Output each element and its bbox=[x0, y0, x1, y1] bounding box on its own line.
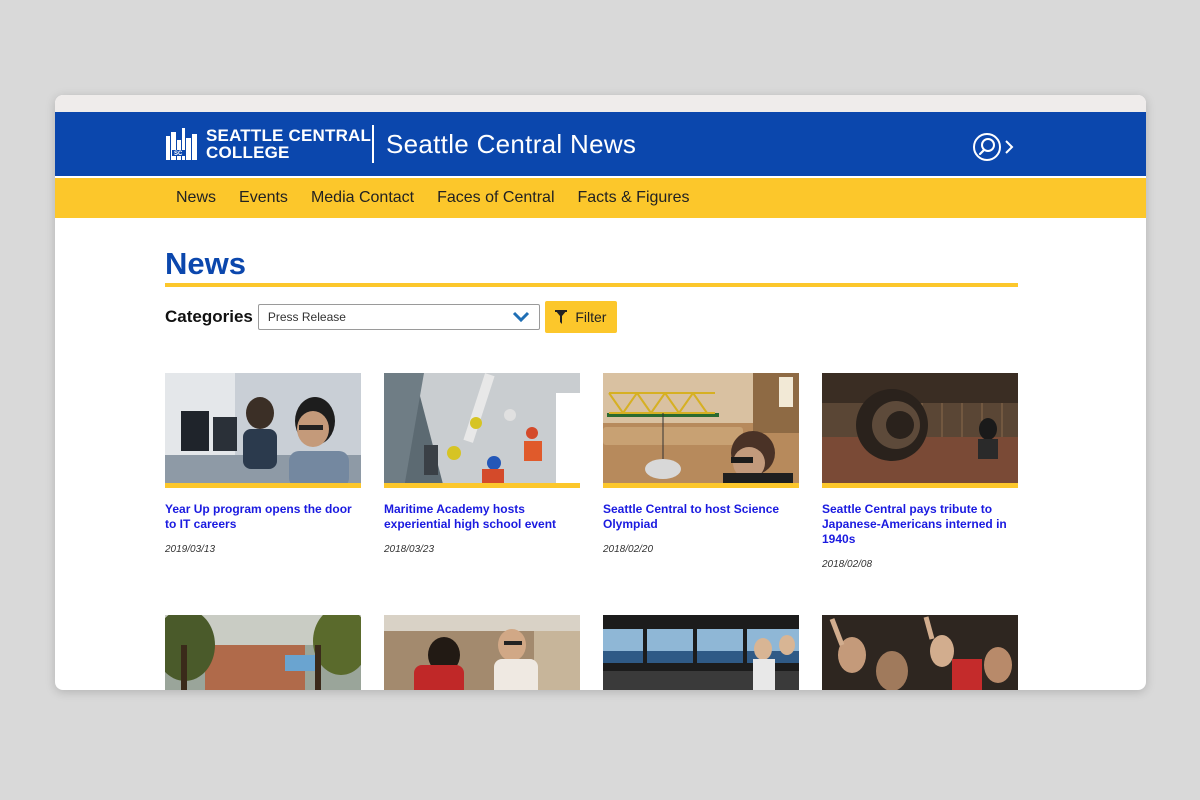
search-button[interactable] bbox=[970, 130, 1018, 164]
lab-students-image bbox=[384, 615, 580, 690]
category-select[interactable]: Press Release bbox=[257, 304, 540, 330]
news-card bbox=[384, 615, 580, 690]
bridge-simulator-image bbox=[603, 615, 799, 690]
news-card-image[interactable] bbox=[822, 373, 1018, 488]
news-card: Year Up program opens the door to IT car… bbox=[165, 373, 361, 555]
logo-line-2: College bbox=[206, 143, 290, 162]
news-card-image[interactable] bbox=[165, 373, 361, 488]
news-card bbox=[822, 615, 1018, 690]
page-title: News bbox=[165, 246, 246, 281]
nav-item-facts-figures[interactable]: Facts & Figures bbox=[578, 189, 690, 207]
news-card-title[interactable]: Seattle Central pays tribute to Japanese… bbox=[822, 502, 1018, 547]
news-card bbox=[165, 615, 361, 690]
news-card: Seattle Central pays tribute to Japanese… bbox=[822, 373, 1018, 570]
news-card: Maritime Academy hosts experiential high… bbox=[384, 373, 580, 555]
news-card-date: 2019/03/13 bbox=[165, 544, 216, 555]
categories-label: Categories bbox=[165, 307, 253, 326]
site-header: SC Seattle Central College Seattle Centr… bbox=[55, 112, 1146, 176]
filter-button[interactable]: Filter bbox=[544, 301, 617, 333]
college-logo[interactable]: SC Seattle Central College bbox=[164, 126, 371, 162]
chevron-down-icon bbox=[512, 311, 529, 323]
logo-wordmark: Seattle Central College bbox=[206, 127, 371, 161]
crowd-celebration-image bbox=[822, 615, 1018, 690]
news-card-title[interactable]: Year Up program opens the door to IT car… bbox=[165, 502, 361, 532]
news-card-date: 2018/03/23 bbox=[384, 544, 435, 555]
logo-line-1: Seattle Central bbox=[206, 126, 372, 145]
news-card-image[interactable] bbox=[603, 373, 799, 488]
browser-window: SC Seattle Central College Seattle Centr… bbox=[55, 95, 1146, 690]
news-card-date: 2018/02/20 bbox=[603, 544, 654, 555]
filter-row: Categories Press Release Filter bbox=[165, 300, 617, 334]
heading-rule bbox=[165, 283, 1018, 287]
site-title[interactable]: Seattle Central News bbox=[386, 128, 636, 160]
search-chevron-icon bbox=[973, 133, 1014, 161]
filter-button-label: Filter bbox=[575, 309, 607, 325]
news-card-title[interactable]: Maritime Academy hosts experiential high… bbox=[384, 502, 580, 532]
news-card-image[interactable] bbox=[384, 373, 580, 488]
funnel-icon bbox=[555, 310, 568, 324]
skyline-logo-icon: SC bbox=[164, 126, 200, 162]
category-selected-value: Press Release bbox=[267, 310, 346, 324]
browser-chrome-bar bbox=[55, 95, 1146, 112]
news-card-image[interactable] bbox=[165, 615, 361, 690]
header-divider bbox=[372, 125, 374, 163]
memorial-sculpture-image bbox=[822, 373, 1018, 483]
news-card-image[interactable] bbox=[822, 615, 1018, 690]
nav-item-faces-of-central[interactable]: Faces of Central bbox=[437, 189, 554, 207]
students-at-computers-image bbox=[165, 373, 361, 483]
nav-item-news[interactable]: News bbox=[176, 189, 216, 207]
nav-list: News Events Media Contact Faces of Centr… bbox=[176, 178, 713, 218]
news-card-title[interactable]: Seattle Central to host Science Olympiad bbox=[603, 502, 799, 532]
main-nav: News Events Media Contact Faces of Centr… bbox=[55, 176, 1146, 218]
news-card: Seattle Central to host Science Olympiad… bbox=[603, 373, 799, 555]
nav-item-events[interactable]: Events bbox=[239, 189, 288, 207]
news-card-image[interactable] bbox=[384, 615, 580, 690]
news-card-date: 2018/02/08 bbox=[822, 559, 873, 570]
nav-item-media-contact[interactable]: Media Contact bbox=[311, 189, 414, 207]
svg-text:SC: SC bbox=[174, 151, 183, 157]
news-card bbox=[603, 615, 799, 690]
campus-trees-image bbox=[165, 615, 361, 690]
science-olympiad-bridge-image bbox=[603, 373, 799, 483]
maritime-ship-deck-image bbox=[384, 373, 580, 483]
news-card-image[interactable] bbox=[603, 615, 799, 690]
